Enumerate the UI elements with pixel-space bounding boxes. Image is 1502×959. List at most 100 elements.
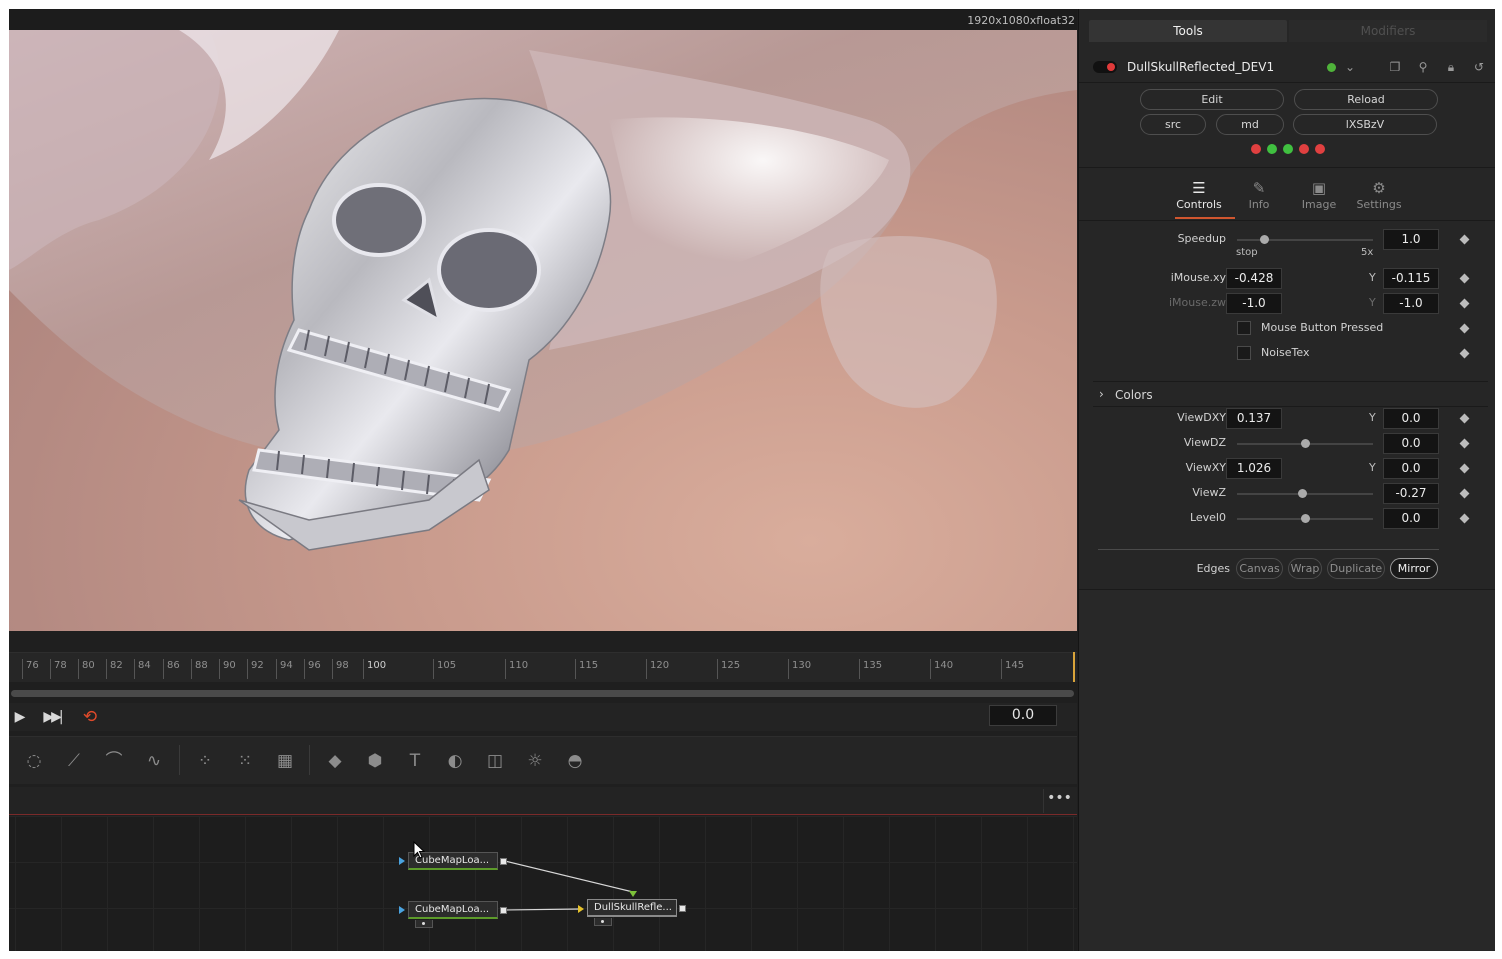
image-plane-icon[interactable]: ◫ [481, 748, 509, 774]
speedup-slider-knob[interactable] [1260, 235, 1270, 244]
spotlight-icon[interactable]: ☼ [521, 748, 549, 774]
viewdxy-x-field[interactable]: 0.137 [1226, 408, 1282, 429]
keyframe-diamond-icon[interactable] [1459, 463, 1470, 474]
tab-tools[interactable]: Tools [1089, 20, 1287, 42]
colors-section-header[interactable]: › Colors [1093, 381, 1488, 407]
camera3d-icon[interactable]: ◐ [441, 748, 469, 774]
bitmap-icon[interactable]: ∿ [140, 748, 168, 774]
bspline-icon[interactable]: ⌒ [100, 748, 128, 774]
keyframe-diamond-icon[interactable] [1459, 413, 1470, 424]
viewxy-y-field[interactable]: 0.0 [1383, 458, 1439, 479]
edit-button[interactable]: Edit [1140, 89, 1284, 110]
imouse-y-field[interactable]: -0.115 [1383, 268, 1439, 289]
tool-enable-toggle[interactable] [1093, 61, 1117, 73]
tab-image[interactable]: ▣ Image [1291, 178, 1347, 211]
more-options-button[interactable]: ••• [1043, 789, 1075, 813]
playhead[interactable] [1073, 652, 1075, 682]
tab-modifiers[interactable]: Modifiers [1289, 20, 1487, 42]
node-connections [504, 860, 637, 911]
skip-to-end-icon[interactable]: ▶▶| [41, 706, 63, 728]
tab-controls[interactable]: ☰ Controls [1171, 178, 1227, 211]
mouse-cursor-icon [413, 841, 425, 859]
timeline-scrollbar[interactable] [11, 690, 1074, 697]
imouse-x-field[interactable]: -0.428 [1226, 268, 1282, 289]
text3d-icon[interactable]: T [401, 748, 429, 774]
viewz-slider-knob[interactable] [1298, 489, 1308, 498]
shape3d-icon[interactable]: ◆ [321, 748, 349, 774]
reset-icon[interactable]: ↺ [1470, 58, 1488, 76]
edges-duplicate-button[interactable]: Duplicate [1327, 558, 1385, 579]
background-icon[interactable]: ◌ [20, 748, 48, 774]
keyframe-diamond-icon[interactable] [1459, 513, 1470, 524]
pin-icon[interactable]: ⚲ [1414, 58, 1432, 76]
resolution-label: 1920x1080xfloat32 [967, 14, 1075, 27]
viewdz-value-field[interactable]: 0.0 [1383, 433, 1439, 454]
level0-slider-knob[interactable] [1301, 514, 1310, 523]
viewdz-slider-knob[interactable] [1301, 439, 1310, 448]
param-noisetex: NoiseTex [1079, 343, 1495, 365]
level0-slider[interactable] [1237, 514, 1373, 523]
particle-emitter-icon[interactable]: ⁘ [191, 748, 219, 774]
tab-info[interactable]: ✎ Info [1231, 178, 1287, 211]
node-input-triangle[interactable] [399, 906, 405, 914]
tool-color-dot[interactable] [1327, 63, 1336, 72]
particle-group-icon[interactable]: ▦ [271, 748, 299, 774]
node-output-port[interactable] [500, 907, 507, 914]
speedup-slider[interactable] [1237, 235, 1373, 244]
mouse-button-checkbox[interactable] [1237, 321, 1251, 335]
imouse-z-field[interactable]: -1.0 [1226, 293, 1282, 314]
node-editor-canvas[interactable]: CubeMapLoa... CubeMapLoa... DullSkullRef… [9, 816, 1077, 951]
edges-canvas-button[interactable]: Canvas [1236, 558, 1283, 579]
keyframe-diamond-icon[interactable] [1459, 488, 1470, 499]
node-output-port[interactable] [500, 858, 507, 865]
y-axis-label: Y [1369, 296, 1376, 309]
timeline-ruler[interactable]: 76 78 80 82 84 86 88 90 92 94 96 98 100 … [9, 652, 1077, 682]
polygon-icon[interactable]: ⟋ [60, 748, 88, 774]
render-image [9, 30, 1077, 551]
src-button[interactable]: src [1140, 114, 1206, 135]
keyframe-diamond-icon[interactable] [1459, 323, 1470, 334]
reload-button[interactable]: Reload [1294, 89, 1438, 110]
node-mask-input[interactable] [415, 920, 433, 928]
tick-label: 105 [433, 659, 456, 679]
keyframe-diamond-icon[interactable] [1459, 298, 1470, 309]
sliders-icon: ☰ [1192, 179, 1206, 197]
tab-settings[interactable]: ⚙ Settings [1351, 178, 1407, 211]
particle-render-icon[interactable]: ⁙ [231, 748, 259, 774]
node-input-triangle[interactable] [399, 857, 405, 865]
noisetex-checkbox[interactable] [1237, 346, 1251, 360]
viewdxy-y-field[interactable]: 0.0 [1383, 408, 1439, 429]
md-button[interactable]: md [1216, 114, 1284, 135]
keyframe-diamond-icon[interactable] [1459, 273, 1470, 284]
imouse-xy-label: iMouse.xy [1170, 271, 1226, 284]
edges-mirror-button[interactable]: Mirror [1390, 558, 1438, 579]
keyframe-diamond-icon[interactable] [1459, 438, 1470, 449]
merge3d-icon[interactable]: ⬢ [361, 748, 389, 774]
keyframe-diamond-icon[interactable] [1459, 234, 1470, 245]
shader-id-button[interactable]: lXSBzV [1293, 114, 1437, 135]
inspector-tabs: Tools Modifiers [1079, 20, 1495, 42]
viewdz-slider[interactable] [1237, 439, 1373, 448]
imouse-w-field[interactable]: -1.0 [1383, 293, 1439, 314]
current-time-field[interactable]: 0.0 [989, 705, 1057, 726]
node-dullskull-reflected[interactable]: DullSkullRefle... [587, 899, 677, 917]
level0-value-field[interactable]: 0.0 [1383, 508, 1439, 529]
viewxy-x-field[interactable]: 1.026 [1226, 458, 1282, 479]
node-mask-input[interactable] [594, 918, 612, 926]
renderer3d-icon[interactable]: ◓ [561, 748, 589, 774]
node-output-port[interactable] [679, 905, 686, 912]
node-cubemap-loader-2[interactable]: CubeMapLoa... [408, 901, 498, 919]
tick-label: 120 [646, 659, 669, 679]
render-output[interactable] [9, 30, 1077, 631]
loop-icon[interactable]: ⟲ [79, 706, 101, 728]
lock-icon[interactable]: 🔒︎ [1442, 58, 1460, 76]
chevron-down-icon[interactable]: ⌄ [1341, 58, 1359, 76]
viewz-slider[interactable] [1237, 489, 1373, 498]
speedup-value-field[interactable]: 1.0 [1383, 229, 1439, 250]
viewz-value-field[interactable]: -0.27 [1383, 483, 1439, 504]
edges-wrap-button[interactable]: Wrap [1288, 558, 1322, 579]
node-input-triangle[interactable] [578, 905, 584, 913]
keyframe-diamond-icon[interactable] [1459, 348, 1470, 359]
play-icon[interactable]: ▶ [9, 706, 31, 728]
versions-icon[interactable]: ❐ [1386, 58, 1404, 76]
